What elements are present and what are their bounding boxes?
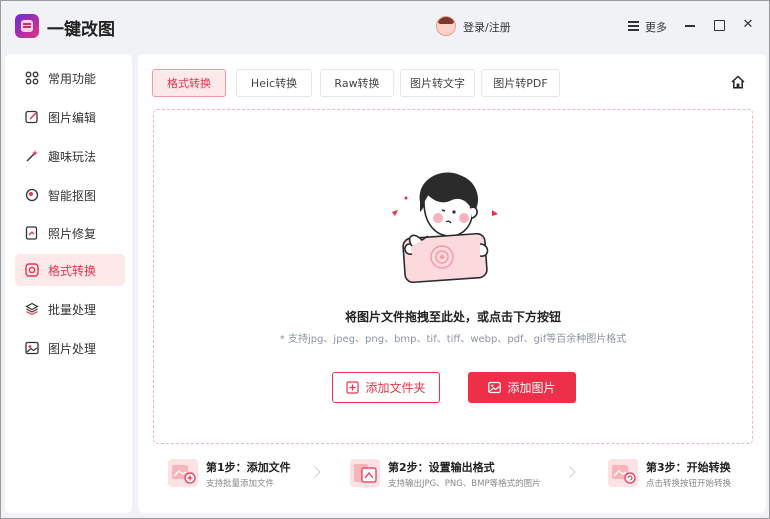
layers-icon	[25, 302, 39, 316]
sidebar-item-label: 智能抠图	[48, 188, 97, 203]
minimize-icon[interactable]	[683, 17, 697, 33]
sidebar-item-fun[interactable]: 趣味玩法	[15, 140, 125, 172]
start-convert-step-icon	[608, 459, 638, 487]
sidebar-item-label: 常用功能	[48, 71, 97, 86]
add-folder-label: 添加文件夹	[365, 381, 426, 395]
more-button[interactable]: 更多	[645, 19, 667, 35]
sidebar-item-label: 批量处理	[48, 302, 97, 317]
app-title: 一键改图	[47, 20, 115, 40]
cutout-icon	[25, 188, 39, 202]
maximize-icon[interactable]	[712, 17, 726, 33]
add-folder-button[interactable]: 添加文件夹	[332, 372, 440, 403]
sidebar-item-label: 图片处理	[48, 341, 97, 356]
title-bar: 一键改图 登录/注册 更多 ✕	[1, 1, 769, 51]
user-avatar[interactable]	[436, 16, 456, 36]
step-2: 第2步：设置输出格式 支持输出JPG、PNG、BMP等格式的图片	[350, 456, 565, 496]
upload-illustration	[382, 160, 512, 290]
add-image-button[interactable]: 添加图片	[468, 372, 576, 403]
grid-icon	[25, 71, 39, 85]
step-3: 第3步：开始转换 点击转换按钮开始转换	[608, 456, 748, 496]
main-panel: 格式转换 Heic转换 Raw转换 图片转文字 图片转PDF 将图片文件拖拽至此…	[138, 54, 766, 513]
output-format-step-icon	[350, 459, 380, 487]
add-image-label: 添加图片	[507, 381, 556, 395]
steps-bar: 第1步：添加文件 支持批量添加文件 第2步：设置输出格式 支持输出JPG、PNG…	[168, 456, 738, 496]
sidebar-item-label: 图片编辑	[48, 110, 97, 125]
step-title: 第3步：开始转换	[646, 461, 731, 474]
home-icon[interactable]	[731, 75, 745, 89]
menu-icon[interactable]	[628, 21, 639, 31]
chevron-right-icon	[564, 466, 576, 478]
add-file-step-icon	[168, 459, 198, 487]
tab-heic-convert[interactable]: Heic转换	[236, 69, 312, 97]
tab-raw-convert[interactable]: Raw转换	[320, 69, 394, 97]
step-desc: 点击转换按钮开始转换	[646, 479, 732, 489]
image-icon	[25, 341, 39, 355]
login-register-link[interactable]: 登录/注册	[463, 19, 511, 35]
tab-image-to-pdf[interactable]: 图片转PDF	[481, 69, 560, 97]
step-desc: 支持批量添加文件	[206, 479, 275, 489]
format-convert-icon	[25, 263, 39, 277]
sidebar-item-photo-repair[interactable]: 照片修复	[15, 217, 125, 249]
magic-wand-icon	[25, 149, 39, 163]
sidebar-item-label: 照片修复	[48, 226, 97, 241]
close-icon[interactable]: ✕	[741, 17, 755, 33]
photo-repair-icon	[25, 226, 39, 240]
sidebar-item-cutout[interactable]: 智能抠图	[15, 179, 125, 211]
drop-zone[interactable]: 将图片文件拖拽至此处，或点击下方按钮 * 支持jpg、jpeg、png、bmp、…	[153, 109, 753, 444]
sidebar-item-common[interactable]: 常用功能	[15, 62, 125, 94]
tab-format-convert[interactable]: 格式转换	[152, 69, 226, 97]
step-desc: 支持输出JPG、PNG、BMP等格式的图片	[388, 479, 541, 489]
step-title: 第2步：设置输出格式	[388, 461, 495, 474]
image-add-icon	[488, 381, 502, 394]
step-1: 第1步：添加文件 支持批量添加文件	[168, 456, 318, 496]
step-title: 第1步：添加文件	[206, 461, 291, 474]
sidebar-item-batch[interactable]: 批量处理	[15, 293, 125, 325]
sidebar-item-label: 格式转换	[48, 263, 97, 278]
drop-zone-title: 将图片文件拖拽至此处，或点击下方按钮	[344, 310, 561, 324]
edit-icon	[25, 110, 39, 124]
app-logo-icon	[15, 14, 39, 38]
sidebar-item-image-process[interactable]: 图片处理	[15, 332, 125, 364]
app-window: 一键改图 登录/注册 更多 ✕ 常用功能 图片编辑 趣味玩法 智能抠图 照片修复…	[0, 0, 770, 519]
sidebar: 常用功能 图片编辑 趣味玩法 智能抠图 照片修复 格式转换 批量处理 图片处理	[5, 54, 132, 513]
sidebar-item-image-edit[interactable]: 图片编辑	[15, 101, 125, 133]
sidebar-item-label: 趣味玩法	[48, 149, 97, 164]
sidebar-item-format-convert[interactable]: 格式转换	[15, 254, 125, 286]
tab-image-to-text[interactable]: 图片转文字	[400, 69, 475, 97]
supported-formats-text: * 支持jpg、jpeg、png、bmp、tif、tiff、webp、pdf、g…	[279, 334, 627, 345]
folder-plus-icon	[346, 381, 360, 394]
